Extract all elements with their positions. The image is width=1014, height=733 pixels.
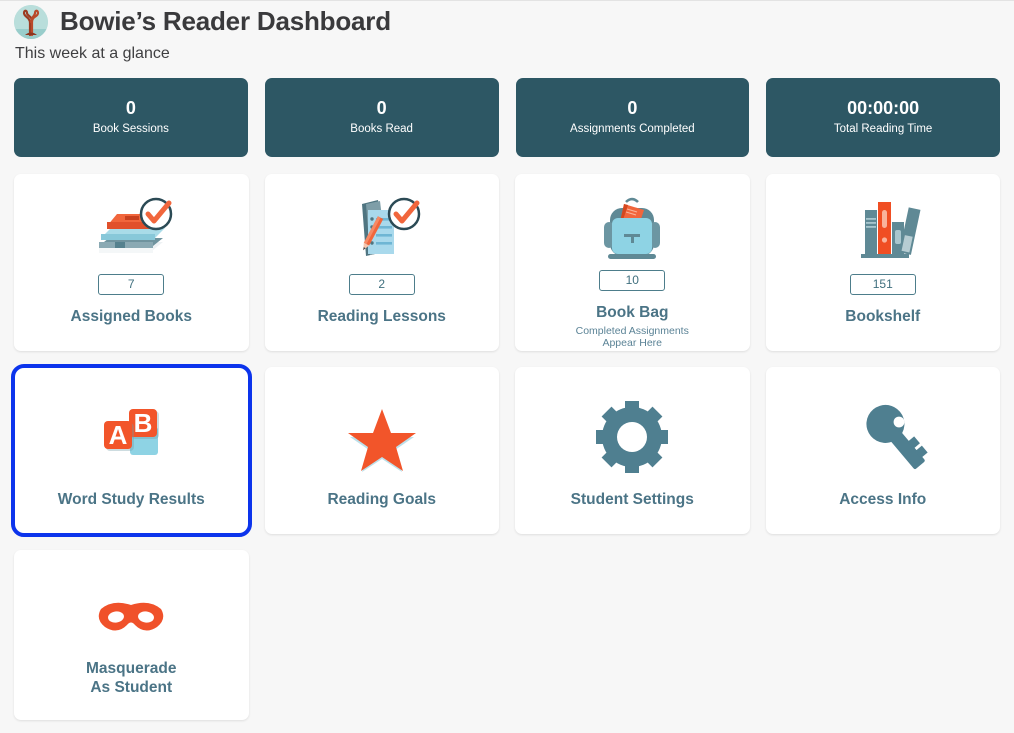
tile-reading-goals[interactable]: Reading Goals (264, 367, 499, 534)
key-icon (774, 389, 993, 485)
page-subtitle: This week at a glance (15, 45, 170, 62)
tile-label: Access Info (839, 491, 927, 509)
stat-label: Book Sessions (92, 123, 169, 136)
dashboard-page: Bowie’s Reader Dashboard This week at a … (0, 1, 1014, 720)
stat-label: Total Reading Time (833, 123, 933, 136)
stat-card-total-reading-time: 00:00:00 Total Reading Time (766, 78, 1000, 157)
count-badge: 10 (599, 270, 666, 291)
stat-label: Books Read (350, 123, 413, 136)
tile-access-info[interactable]: Access Info (765, 367, 1000, 534)
tile-reading-lessons[interactable]: 2 Reading Lessons (264, 174, 499, 351)
stats-row: 0 Book Sessions 0 Books Read 0 Assignmen… (14, 78, 1000, 157)
count-badge: 151 (849, 274, 916, 295)
star-icon (273, 389, 492, 485)
page-title: Bowie’s Reader Dashboard (60, 6, 391, 36)
stat-value: 00:00:00 (847, 98, 920, 119)
stat-label: Assignments Completed (570, 123, 695, 136)
tile-label: Reading Lessons (317, 308, 446, 325)
stat-value: 0 (627, 98, 638, 119)
page-header: Bowie’s Reader Dashboard (14, 1, 1000, 39)
mask-icon (22, 576, 241, 659)
tile-label: Reading Goals (327, 491, 437, 509)
stat-value: 0 (125, 98, 136, 119)
tile-label: Masquerade As Student (86, 659, 177, 697)
tile-assigned-books[interactable]: 7 Assigned Books (14, 174, 249, 351)
tile-word-study-results[interactable]: B A Word Study Results (11, 364, 252, 537)
ab-letter-blocks-icon: B A (22, 389, 241, 485)
tile-subtitle: Completed Assignments Appear Here (575, 324, 689, 350)
tile-label: Bookshelf (845, 308, 921, 325)
count-badge: 2 (348, 274, 415, 295)
tile-label: Assigned Books (70, 308, 192, 325)
gear-icon (523, 389, 742, 485)
tile-label: Word Study Results (57, 491, 205, 509)
tile-student-settings[interactable]: Student Settings (515, 367, 750, 534)
books-stack-check-icon (22, 188, 241, 272)
svg-text:B: B (134, 408, 153, 438)
backpack-icon (523, 188, 742, 268)
stat-card-book-sessions: 0 Book Sessions (14, 78, 248, 157)
lesson-checklist-pencil-icon (273, 188, 492, 272)
tile-grid: 7 Assigned Books 2 Reading Lessons 10 Bo… (11, 174, 1000, 720)
count-badge: 7 (98, 274, 165, 295)
stat-card-books-read: 0 Books Read (264, 78, 499, 157)
bookshelf-icon (774, 188, 993, 272)
stat-card-assignments-completed: 0 Assignments Completed (515, 78, 750, 157)
svg-text:A: A (109, 420, 128, 450)
tile-bookshelf[interactable]: 151 Bookshelf (765, 174, 1000, 351)
tile-masquerade-as-student[interactable]: Masquerade As Student (14, 550, 249, 720)
tile-label: Student Settings (570, 491, 694, 509)
tree-logo-icon (14, 4, 48, 39)
tile-label: Book Bag (596, 304, 669, 321)
stat-value: 0 (376, 98, 387, 119)
tile-book-bag[interactable]: 10 Book Bag Completed Assignments Appear… (515, 174, 750, 351)
